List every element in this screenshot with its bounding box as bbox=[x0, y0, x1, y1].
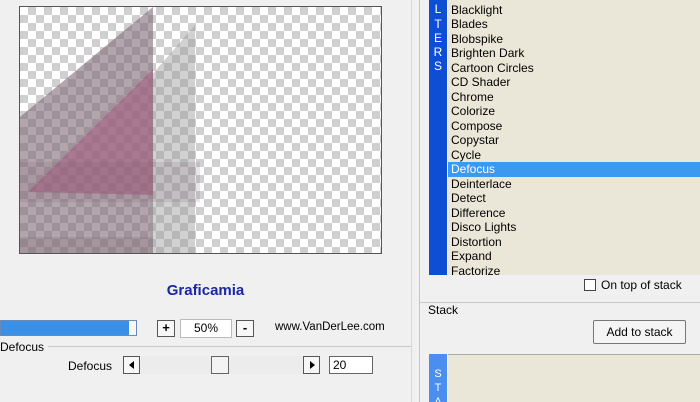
checkbox-label: On top of stack bbox=[601, 278, 682, 292]
strip-letter: E bbox=[433, 31, 442, 45]
filter-item[interactable]: Deinterlace bbox=[448, 177, 700, 192]
preview-title: Graficamia bbox=[166, 282, 245, 299]
preview-panel: Graficamia + 50% - www.VanDerLee.com Def… bbox=[0, 0, 411, 402]
stack-strip: S T A bbox=[429, 354, 447, 402]
slider-track[interactable] bbox=[141, 356, 302, 374]
strip-letter: T bbox=[434, 382, 442, 394]
filter-item[interactable]: Blobspike bbox=[448, 32, 700, 47]
filter-item[interactable]: Disco Lights bbox=[448, 220, 700, 235]
filter-items: BlackbeardBlacklightBladesBlobspikeBrigh… bbox=[448, 0, 700, 275]
preview-image bbox=[19, 6, 382, 254]
arrow-right-icon bbox=[310, 361, 315, 369]
filter-item[interactable]: Cycle bbox=[448, 148, 700, 163]
zoom-out-button[interactable]: - bbox=[236, 320, 254, 337]
panel-splitter[interactable] bbox=[411, 0, 419, 402]
stack-divider bbox=[419, 302, 700, 303]
strip-letter: T bbox=[434, 17, 442, 31]
stack-list[interactable] bbox=[448, 354, 700, 402]
filter-item[interactable]: Expand bbox=[448, 249, 700, 264]
filter-item[interactable]: Difference bbox=[448, 206, 700, 221]
filter-item[interactable]: Factorize bbox=[448, 264, 700, 276]
filter-item[interactable]: Cartoon Circles bbox=[448, 61, 700, 76]
strip-letter: S bbox=[433, 59, 442, 73]
strip-letter: S bbox=[434, 368, 442, 380]
filter-item[interactable]: Brighten Dark bbox=[448, 46, 700, 61]
defocus-value-input[interactable]: 20 bbox=[329, 356, 373, 374]
filter-item[interactable]: Colorize bbox=[448, 104, 700, 119]
filter-item[interactable]: Compose bbox=[448, 119, 700, 134]
slider-left-arrow[interactable] bbox=[123, 356, 140, 374]
slider-right-arrow[interactable] bbox=[303, 356, 320, 374]
stack-group-label: Stack bbox=[428, 303, 459, 317]
zoom-in-button[interactable]: + bbox=[157, 320, 175, 337]
filters-strip: L T E R S bbox=[429, 0, 447, 275]
add-to-stack-button[interactable]: Add to stack bbox=[593, 320, 686, 344]
strip-letter: A bbox=[434, 396, 442, 402]
filter-group-label: Defocus bbox=[0, 340, 49, 354]
filter-list[interactable]: BlackbeardBlacklightBladesBlobspikeBrigh… bbox=[448, 0, 700, 275]
group-divider bbox=[0, 346, 411, 347]
progress-fill bbox=[1, 321, 130, 335]
checkbox-box[interactable] bbox=[584, 279, 596, 291]
filter-item[interactable]: Distortion bbox=[448, 235, 700, 250]
filter-item[interactable]: Defocus bbox=[448, 162, 700, 177]
defocus-slider[interactable] bbox=[123, 356, 320, 374]
render-progress-bar bbox=[0, 320, 137, 336]
filter-item[interactable]: Copystar bbox=[448, 133, 700, 148]
filter-item[interactable]: CD Shader bbox=[448, 75, 700, 90]
vendor-link[interactable]: www.VanDerLee.com bbox=[275, 321, 385, 333]
filter-item[interactable]: Blades bbox=[448, 17, 700, 32]
filter-item[interactable]: Blacklight bbox=[448, 3, 700, 18]
strip-letter: L bbox=[434, 2, 442, 16]
filter-item[interactable]: Chrome bbox=[448, 90, 700, 105]
zoom-level: 50% bbox=[180, 319, 232, 338]
parameter-label: Defocus bbox=[68, 359, 113, 373]
preview-artwork bbox=[20, 7, 200, 253]
filter-item[interactable]: Detect bbox=[448, 191, 700, 206]
arrow-left-icon bbox=[129, 361, 134, 369]
slider-thumb[interactable] bbox=[211, 356, 229, 374]
strip-letter: R bbox=[433, 45, 443, 59]
